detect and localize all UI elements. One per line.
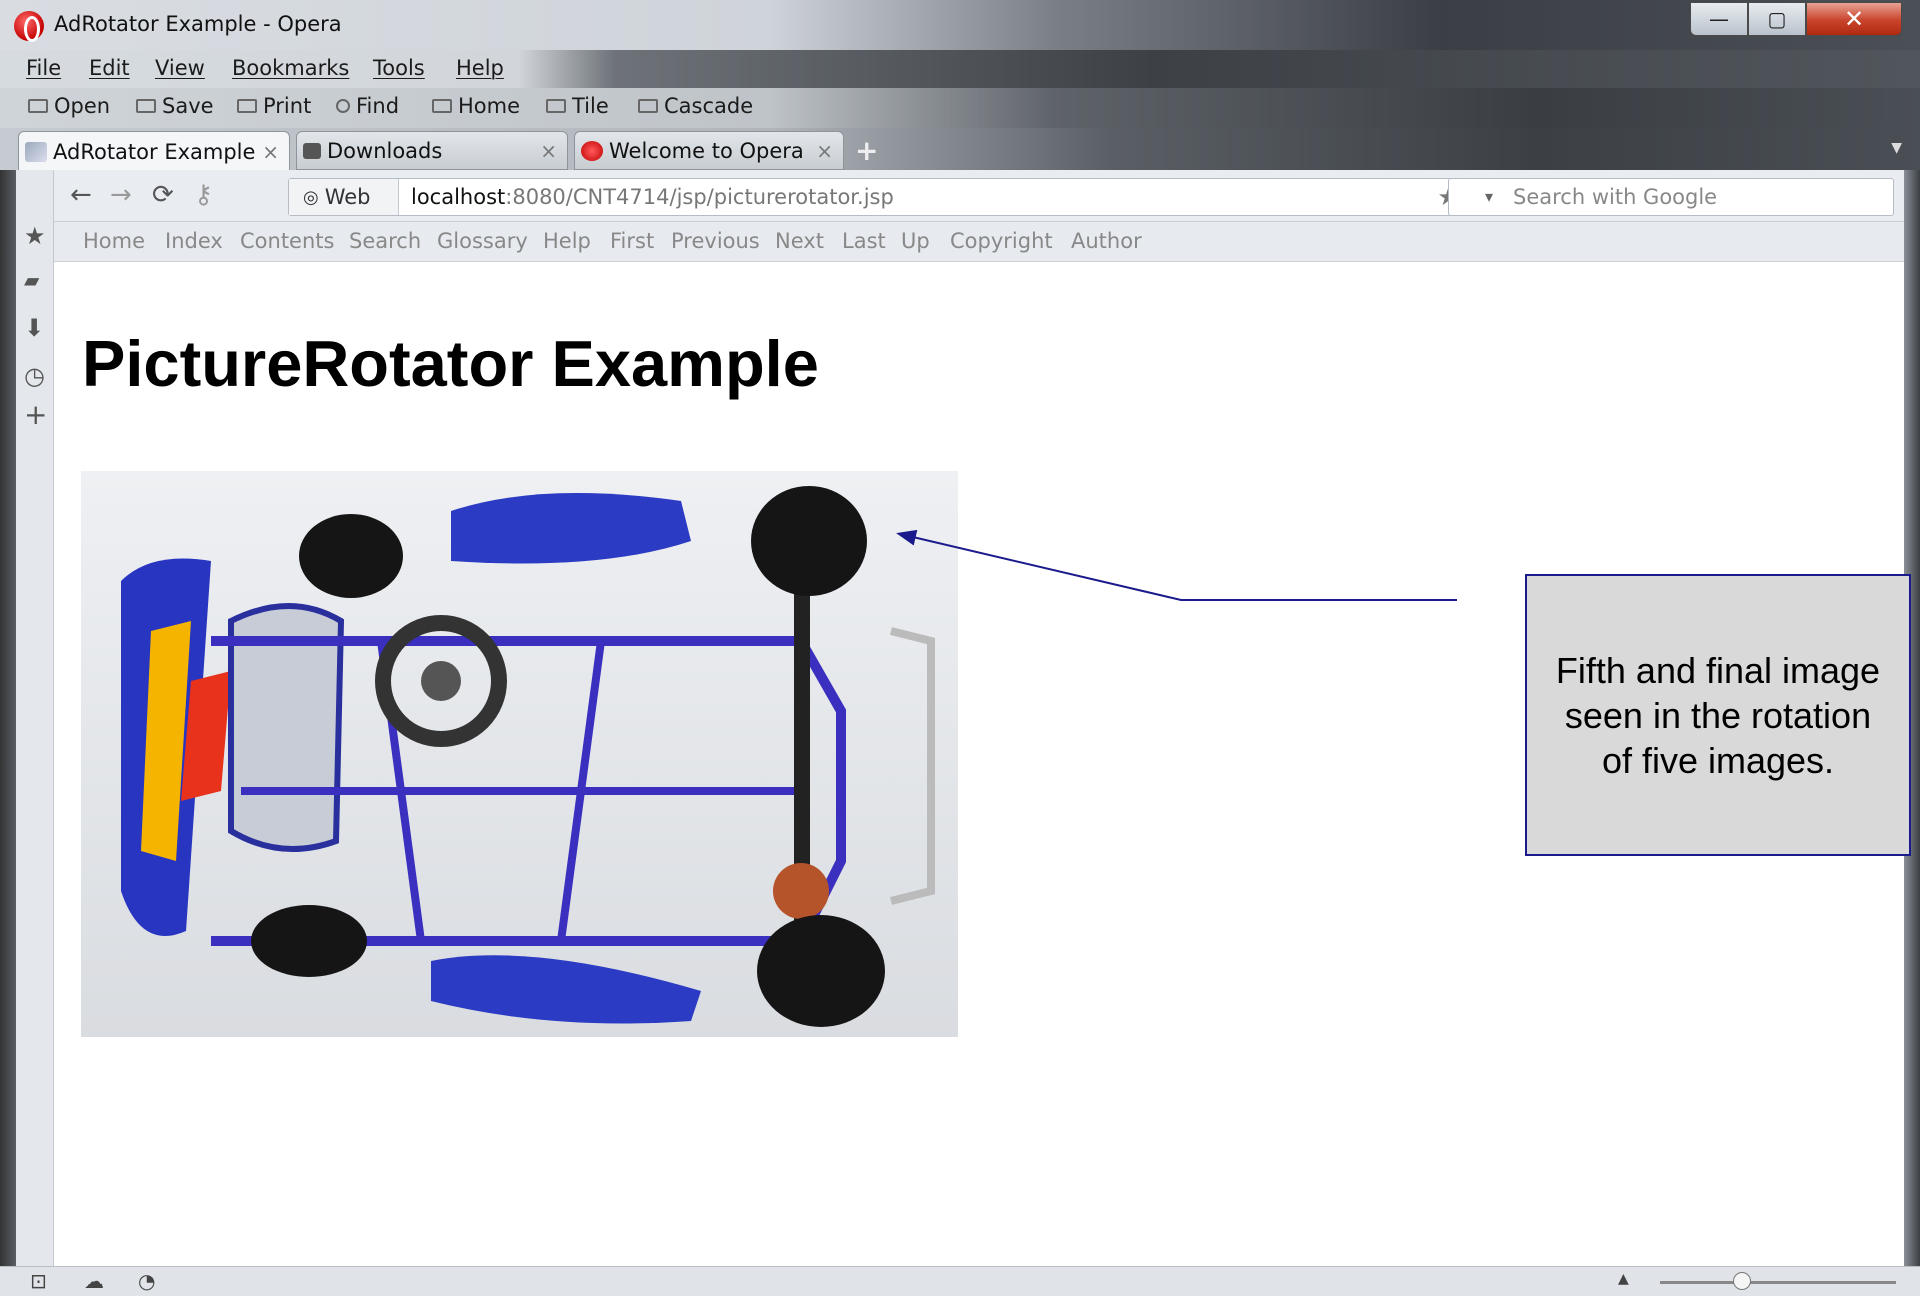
house-icon (432, 99, 452, 113)
open-button[interactable]: Open (28, 94, 110, 118)
menu-bookmarks[interactable]: Bookmarks (232, 56, 349, 80)
web-security-badge[interactable]: ◎ Web (289, 179, 399, 215)
floppy-icon (136, 99, 156, 113)
maximize-button[interactable]: ▢ (1748, 2, 1806, 36)
zoom-slider-knob[interactable] (1733, 1272, 1751, 1290)
tile-label: Tile (572, 94, 609, 118)
folder-icon (28, 99, 48, 113)
menu-tools[interactable]: Tools (373, 56, 425, 80)
download-icon (303, 142, 321, 159)
magnifier-icon (336, 99, 350, 113)
downloads-icon[interactable]: ⬇ (24, 314, 44, 342)
close-tab-icon[interactable]: × (816, 139, 833, 163)
nav-link-first[interactable]: First (610, 229, 654, 253)
navigation-bar: ← → ⟳ ⚷ ◎ Web localhost:8080/CNT4714/jsp… (54, 170, 1904, 222)
close-tab-icon[interactable]: × (540, 139, 557, 163)
save-label: Save (162, 94, 214, 118)
menu-help[interactable]: Help (456, 56, 504, 80)
nav-link-glossary[interactable]: Glossary (437, 229, 528, 253)
tab-menu-chevron-down-icon[interactable]: ▼ (1891, 140, 1902, 156)
web-label: Web (324, 185, 371, 209)
back-arrow-icon[interactable]: ← (70, 180, 92, 210)
open-label: Open (54, 94, 111, 118)
window-controls: — ▢ ✕ (1690, 2, 1902, 36)
reload-icon[interactable]: ⟳ (152, 180, 174, 210)
notes-icon[interactable]: ▰ (24, 268, 39, 292)
status-bar: ⊡ ☁ ◔ ▲ (0, 1266, 1920, 1296)
window-left-edge (0, 170, 16, 1296)
tab-strip: AdRotator Example × Downloads × Welcome … (0, 128, 1920, 171)
tab-welcome-to-opera[interactable]: Welcome to Opera × (574, 131, 844, 170)
bookmarks-star-icon[interactable]: ★ (24, 222, 46, 250)
minimize-button[interactable]: — (1690, 2, 1748, 36)
nav-link-index[interactable]: Index (165, 229, 223, 253)
search-placeholder: Search with Google (1513, 185, 1718, 209)
tab-downloads[interactable]: Downloads × (296, 131, 568, 170)
history-clock-icon[interactable]: ◷ (24, 362, 45, 390)
search-field[interactable]: ▾ Search with Google (1448, 178, 1894, 216)
cascade-label: Cascade (664, 94, 754, 118)
nav-link-home[interactable]: Home (83, 229, 145, 253)
print-button[interactable]: Print (237, 94, 311, 118)
zoom-menu-up-icon[interactable]: ▲ (1618, 1271, 1629, 1287)
address-bar[interactable]: ◎ Web localhost:8080/CNT4714/jsp/picture… (288, 178, 1470, 216)
nav-link-contents[interactable]: Contents (240, 229, 334, 253)
forward-arrow-icon[interactable]: → (110, 180, 132, 210)
print-label: Print (263, 94, 312, 118)
toolbar: Open Save Print Find Home Tile Cascade (0, 88, 1920, 128)
nav-link-last[interactable]: Last (842, 229, 886, 253)
opera-window: AdRotator Example - Opera — ▢ ✕ File Edi… (0, 0, 1920, 1296)
page-image-icon (25, 141, 47, 162)
nav-link-copyright[interactable]: Copyright (950, 229, 1053, 253)
key-icon[interactable]: ⚷ (194, 180, 213, 210)
search-engine-dropdown-icon[interactable]: ▾ (1485, 187, 1493, 206)
menu-file[interactable]: File (26, 56, 61, 80)
find-label: Find (356, 94, 400, 118)
annotation-callout: Fifth and final image seen in the rotati… (1525, 574, 1911, 856)
add-panel-plus-icon[interactable]: + (24, 398, 47, 431)
opera-unite-cloud-icon[interactable]: ☁ (84, 1269, 104, 1293)
tile-button[interactable]: Tile (546, 94, 609, 118)
home-button[interactable]: Home (432, 94, 520, 118)
site-navigation-bar: Home Index Contents Search Glossary Help… (54, 222, 1904, 262)
tab-label: Downloads (327, 138, 443, 163)
url-path: :8080/CNT4714/jsp/picturerotator.jsp (505, 185, 894, 209)
nav-link-search[interactable]: Search (349, 229, 421, 253)
url-host: localhost (411, 185, 506, 209)
close-button[interactable]: ✕ (1806, 2, 1902, 36)
panel-toggle-icon[interactable]: ⊡ (30, 1269, 47, 1293)
cascade-button[interactable]: Cascade (638, 94, 753, 118)
nav-link-previous[interactable]: Previous (671, 229, 760, 253)
side-panel: ★ ▰ ⬇ ◷ + (16, 170, 54, 1266)
find-button[interactable]: Find (336, 94, 399, 118)
tile-icon (546, 99, 566, 113)
window-title: AdRotator Example - Opera (54, 12, 342, 36)
save-button[interactable]: Save (136, 94, 214, 118)
zoom-slider-track[interactable] (1660, 1281, 1896, 1284)
opera-icon (581, 140, 603, 161)
globe-icon: ◎ (303, 186, 319, 208)
cascade-icon (638, 99, 658, 113)
title-bar: AdRotator Example - Opera — ▢ ✕ (0, 0, 1920, 50)
tab-adrotator-example[interactable]: AdRotator Example × (18, 131, 290, 171)
new-tab-plus-icon[interactable]: + (855, 134, 878, 167)
printer-icon (237, 99, 257, 113)
nav-link-author[interactable]: Author (1071, 229, 1142, 253)
menu-edit[interactable]: Edit (89, 56, 130, 80)
nav-link-help[interactable]: Help (543, 229, 591, 253)
close-tab-icon[interactable]: × (262, 140, 279, 164)
nav-link-next[interactable]: Next (775, 229, 824, 253)
turbo-gauge-icon[interactable]: ◔ (138, 1269, 155, 1293)
opera-logo-icon[interactable] (14, 11, 44, 42)
menu-view[interactable]: View (155, 56, 205, 80)
url-text[interactable]: localhost:8080/CNT4714/jsp/picturerotato… (411, 185, 894, 209)
tab-label: Welcome to Opera (609, 138, 804, 163)
menu-bar: File Edit View Bookmarks Tools Help (0, 50, 1920, 88)
nav-link-up[interactable]: Up (901, 229, 930, 253)
tab-label: AdRotator Example (53, 139, 256, 164)
page-content: PictureRotator Example Fifth and final i… (54, 262, 1911, 1266)
home-label: Home (458, 94, 521, 118)
